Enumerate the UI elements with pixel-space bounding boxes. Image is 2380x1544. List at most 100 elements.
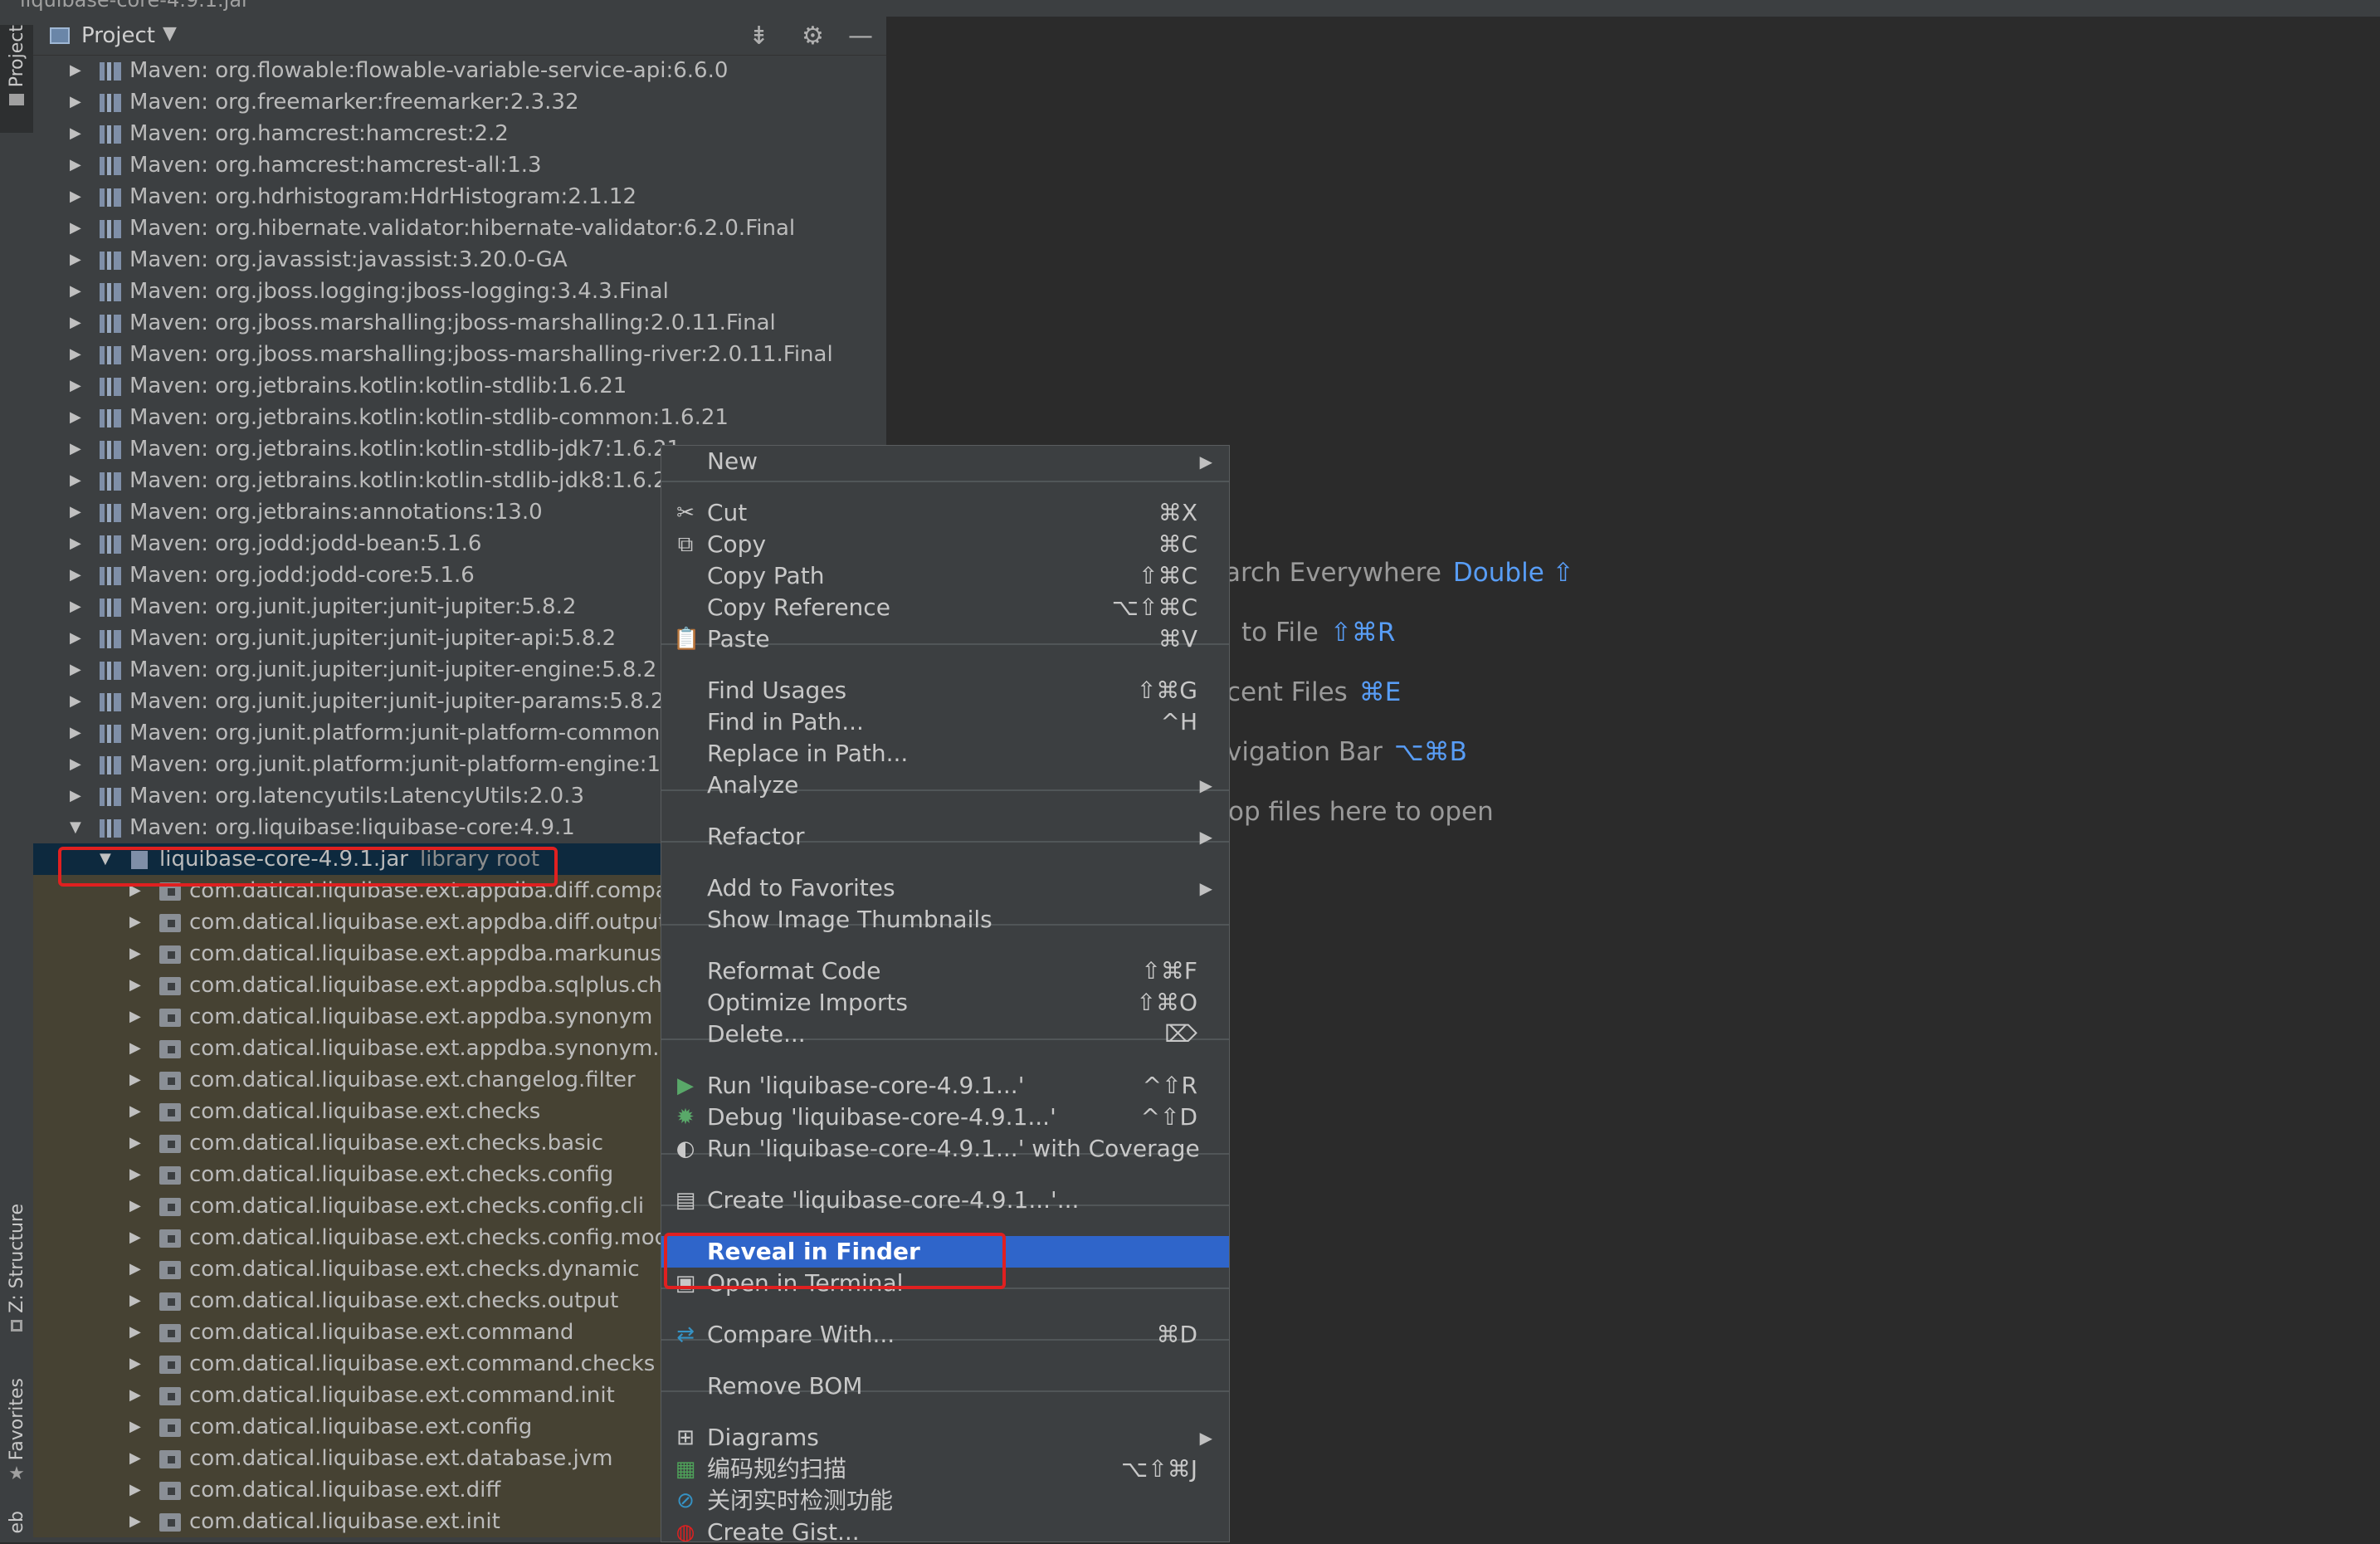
menu-item[interactable]: Reformat Code ⇧⌘F bbox=[661, 955, 1229, 987]
tree-row[interactable]: ▶ Maven: org.hamcrest:hamcrest-all:1.3 bbox=[33, 149, 886, 181]
expand-arrow-right-icon[interactable]: ▶ bbox=[129, 1159, 141, 1190]
expand-arrow-right-icon[interactable]: ▶ bbox=[70, 686, 81, 717]
tree-row[interactable]: ▶ Maven: org.hibernate.validator:hibernat… bbox=[33, 213, 886, 244]
tree-row[interactable]: ▶ Maven: org.jboss.logging:jboss-logging:… bbox=[33, 276, 886, 307]
menu-item-shortcut: ⇧⌘C bbox=[1138, 562, 1197, 589]
expand-arrow-right-icon[interactable]: ▶ bbox=[70, 276, 81, 307]
expand-arrow-right-icon[interactable]: ▶ bbox=[70, 339, 81, 370]
menu-item[interactable]: Copy Reference ⌥⇧⌘C bbox=[661, 592, 1229, 623]
expand-arrow-right-icon[interactable]: ▶ bbox=[70, 244, 81, 276]
library-icon bbox=[100, 788, 121, 806]
menu-item[interactable]: ◍ Create Gist... bbox=[661, 1517, 1229, 1542]
menu-item[interactable]: 📋 Paste ⌘V bbox=[661, 623, 1229, 655]
tree-row[interactable]: ▶ Maven: org.jboss.marshalling:jboss-mars… bbox=[33, 339, 886, 370]
menu-item[interactable]: Refactor ▶ bbox=[661, 821, 1229, 853]
expand-arrow-right-icon[interactable]: ▶ bbox=[129, 1001, 141, 1033]
expand-arrow-right-icon[interactable]: ▶ bbox=[129, 1127, 141, 1159]
expand-arrow-right-icon[interactable]: ▶ bbox=[70, 780, 81, 812]
expand-arrow-right-icon[interactable]: ▶ bbox=[129, 1096, 141, 1127]
menu-item[interactable]: Remove BOM bbox=[661, 1371, 1229, 1402]
tree-row-label: Maven: org.hamcrest:hamcrest-all:1.3 bbox=[129, 149, 542, 181]
expand-arrow-right-icon[interactable]: ▶ bbox=[129, 906, 141, 938]
menu-item[interactable]: ✂ Cut ⌘X bbox=[661, 497, 1229, 529]
menu-item[interactable]: Delete... ⌦ bbox=[661, 1019, 1229, 1050]
menu-item[interactable]: Show Image Thumbnails bbox=[661, 904, 1229, 936]
tool-tab-structure[interactable]: Z: Structure bbox=[0, 1204, 33, 1361]
expand-arrow-right-icon[interactable]: ▶ bbox=[129, 1033, 141, 1064]
expand-arrow-right-icon[interactable]: ▶ bbox=[129, 1380, 141, 1411]
expand-arrow-right-icon[interactable]: ▶ bbox=[129, 1506, 141, 1537]
expand-arrow-right-icon[interactable]: ▶ bbox=[70, 433, 81, 465]
menu-item[interactable]: Add to Favorites ▶ bbox=[661, 872, 1229, 904]
menu-item[interactable]: ⊘ 关闭实时检测功能 bbox=[661, 1485, 1229, 1517]
expand-arrow-right-icon[interactable]: ▶ bbox=[129, 1317, 141, 1348]
menu-item[interactable]: ⇄ Compare With... ⌘D bbox=[661, 1319, 1229, 1351]
expand-arrow-right-icon[interactable]: ▶ bbox=[70, 623, 81, 654]
menu-item[interactable]: ⧉ Copy ⌘C bbox=[661, 529, 1229, 560]
menu-item[interactable]: Analyze ▶ bbox=[661, 770, 1229, 801]
expand-arrow-right-icon[interactable]: ▶ bbox=[70, 528, 81, 559]
expand-arrow-right-icon[interactable]: ▶ bbox=[70, 402, 81, 433]
expand-arrow-right-icon[interactable]: ▶ bbox=[70, 307, 81, 339]
menu-item-label: Run 'liquibase-core-4.9.1...' bbox=[707, 1072, 1025, 1099]
expand-arrow-right-icon[interactable]: ▶ bbox=[129, 1222, 141, 1253]
tool-tab-favorites[interactable]: Favorites ★ bbox=[0, 1378, 33, 1502]
expand-arrow-right-icon[interactable]: ▶ bbox=[70, 213, 81, 244]
expand-arrow-right-icon[interactable]: ▶ bbox=[70, 496, 81, 528]
expand-arrow-right-icon[interactable]: ▶ bbox=[70, 749, 81, 780]
expand-arrow-right-icon[interactable]: ▶ bbox=[129, 1253, 141, 1285]
menu-item[interactable]: Find Usages ⇧⌘G bbox=[661, 675, 1229, 706]
menu-item[interactable]: ▶ Run 'liquibase-core-4.9.1...' ^⇧R bbox=[661, 1070, 1229, 1102]
chevron-down-icon[interactable]: ▼ bbox=[163, 23, 177, 44]
expand-arrow-right-icon[interactable]: ▶ bbox=[129, 1064, 141, 1096]
menu-item[interactable]: Copy Path ⇧⌘C bbox=[661, 560, 1229, 592]
expand-arrow-right-icon[interactable]: ▶ bbox=[70, 118, 81, 149]
expand-arrow-right-icon[interactable]: ▶ bbox=[70, 654, 81, 686]
expand-arrow-right-icon[interactable]: ▶ bbox=[129, 1474, 141, 1506]
collapse-all-icon[interactable]: ⇟ bbox=[749, 22, 769, 51]
expand-arrow-right-icon[interactable]: ▶ bbox=[129, 1285, 141, 1317]
menu-item[interactable]: Replace in Path... bbox=[661, 738, 1229, 770]
expand-arrow-right-icon[interactable]: ▶ bbox=[70, 181, 81, 213]
tree-row-text: com.datical.liquibase.ext.command.checks bbox=[189, 1351, 656, 1376]
minimize-icon[interactable]: — bbox=[848, 22, 873, 51]
tree-row[interactable]: ▶ Maven: org.jboss.marshalling:jboss-mars… bbox=[33, 307, 886, 339]
menu-item[interactable]: ▦ 编码规约扫描 ⌥⇧⌘J bbox=[661, 1454, 1229, 1485]
expand-arrow-right-icon[interactable]: ▶ bbox=[129, 970, 141, 1001]
project-panel-title[interactable]: Project bbox=[81, 23, 155, 48]
expand-arrow-right-icon[interactable]: ▶ bbox=[70, 370, 81, 402]
expand-arrow-right-icon[interactable]: ▶ bbox=[70, 86, 81, 118]
package-icon bbox=[159, 1324, 181, 1342]
expand-arrow-right-icon[interactable]: ▶ bbox=[129, 938, 141, 970]
menu-item[interactable]: ✹ Debug 'liquibase-core-4.9.1...' ^⇧D bbox=[661, 1102, 1229, 1133]
expand-arrow-right-icon[interactable]: ▶ bbox=[70, 717, 81, 749]
expand-arrow-right-icon[interactable]: ▶ bbox=[129, 1443, 141, 1474]
menu-item[interactable]: Find in Path... ^H bbox=[661, 706, 1229, 738]
tool-tab-favorites-label: Favorites bbox=[6, 1378, 27, 1461]
expand-arrow-down-icon[interactable]: ▼ bbox=[70, 812, 81, 843]
menu-item[interactable]: Optimize Imports ⇧⌘O bbox=[661, 987, 1229, 1019]
expand-arrow-right-icon[interactable]: ▶ bbox=[70, 149, 81, 181]
menu-item[interactable]: New ▶ bbox=[661, 446, 1229, 477]
tree-row[interactable]: ▶ Maven: org.hdrhistogram:HdrHistogram:2.… bbox=[33, 181, 886, 213]
expand-arrow-right-icon[interactable]: ▶ bbox=[70, 559, 81, 591]
menu-item[interactable]: ⊞ Diagrams ▶ bbox=[661, 1422, 1229, 1454]
tree-row[interactable]: ▶ Maven: org.jetbrains.kotlin:kotlin-stdl… bbox=[33, 370, 886, 402]
package-icon bbox=[159, 1261, 181, 1279]
tree-row[interactable]: ▶ Maven: org.freemarker:freemarker:2.3.32 bbox=[33, 86, 886, 118]
tool-tab-web[interactable]: eb bbox=[0, 1511, 33, 1544]
expand-arrow-right-icon[interactable]: ▶ bbox=[70, 55, 81, 86]
tree-row[interactable]: ▶ Maven: org.javassist:javassist:3.20.0-G… bbox=[33, 244, 886, 276]
expand-arrow-right-icon[interactable]: ▶ bbox=[129, 1190, 141, 1222]
menu-item[interactable]: ▤ Create 'liquibase-core-4.9.1...'... bbox=[661, 1185, 1229, 1216]
expand-arrow-right-icon[interactable]: ▶ bbox=[70, 591, 81, 623]
expand-arrow-right-icon[interactable]: ▶ bbox=[70, 465, 81, 496]
tool-tab-project[interactable]: Project bbox=[0, 25, 33, 133]
tree-row[interactable]: ▶ Maven: org.jetbrains.kotlin:kotlin-stdl… bbox=[33, 402, 886, 433]
tree-row[interactable]: ▶ Maven: org.hamcrest:hamcrest:2.2 bbox=[33, 118, 886, 149]
expand-arrow-right-icon[interactable]: ▶ bbox=[129, 1411, 141, 1443]
tree-row[interactable]: ▶ Maven: org.flowable:flowable-variable-s… bbox=[33, 55, 886, 86]
expand-arrow-right-icon[interactable]: ▶ bbox=[129, 1348, 141, 1380]
menu-item[interactable]: ◐ Run 'liquibase-core-4.9.1...' with Cove… bbox=[661, 1133, 1229, 1165]
gear-icon[interactable]: ⚙ bbox=[802, 22, 824, 51]
